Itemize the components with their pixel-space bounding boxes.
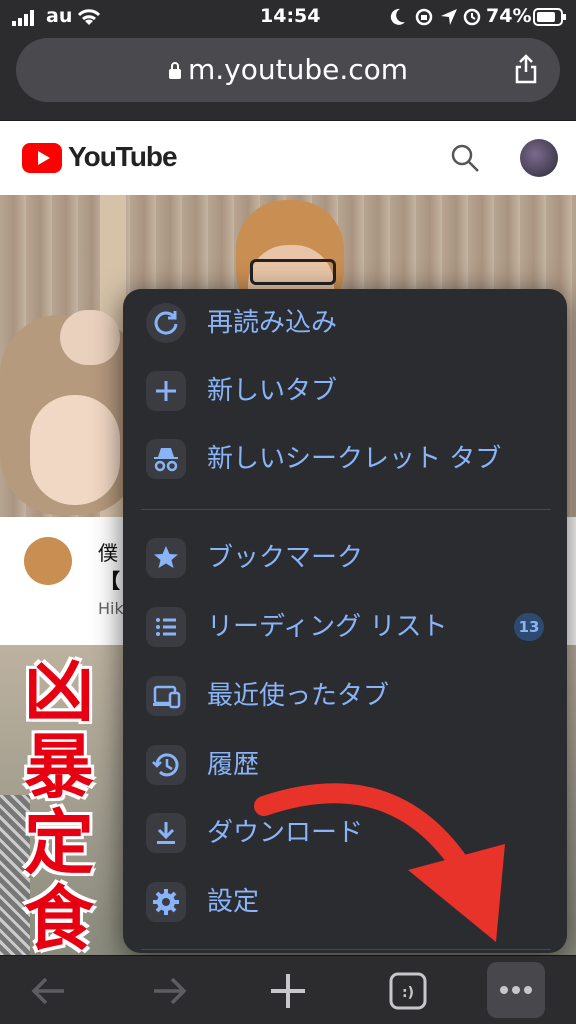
battery-label: 74% bbox=[486, 5, 532, 27]
plus-icon bbox=[146, 371, 186, 411]
channel-name: Hik bbox=[98, 599, 124, 618]
menu-item-incognito-tab[interactable]: 新しいシークレット タブ bbox=[123, 427, 567, 491]
red-arrow-annotation bbox=[254, 783, 505, 942]
lock-icon bbox=[168, 39, 182, 103]
menu-item-new-tab[interactable]: 新しいタブ bbox=[123, 359, 567, 423]
menu-item-recent-tabs[interactable]: 最近使ったタブ bbox=[123, 664, 567, 728]
url-text: m.youtube.com bbox=[187, 53, 409, 86]
avatar[interactable] bbox=[520, 139, 558, 177]
video-title: 僕 bbox=[98, 541, 118, 565]
carrier-label: au bbox=[46, 5, 73, 27]
tab-switcher-icon[interactable]: :) bbox=[379, 962, 437, 1020]
menu-item-label: 再読み込み bbox=[207, 308, 338, 338]
menu-item-bookmarks[interactable]: ブックマーク bbox=[123, 526, 567, 590]
gear-icon bbox=[146, 882, 186, 922]
menu-divider bbox=[141, 509, 551, 510]
youtube-header: YouTube bbox=[0, 121, 576, 196]
signal-icon bbox=[12, 10, 36, 30]
bottom-toolbar: :) bbox=[0, 956, 576, 1024]
download-icon bbox=[146, 813, 186, 853]
back-arrow-icon[interactable] bbox=[20, 962, 78, 1020]
moon-icon bbox=[390, 8, 406, 30]
history-icon bbox=[146, 745, 186, 785]
thumb-text-1: 凶 bbox=[24, 650, 94, 732]
star-icon bbox=[146, 538, 186, 578]
time-label: 14:54 bbox=[260, 5, 321, 27]
reload-icon bbox=[146, 303, 186, 343]
menu-item-reload[interactable]: 再読み込み bbox=[123, 291, 567, 355]
thumb-text-2: 暴 bbox=[24, 726, 94, 808]
location-icon bbox=[440, 8, 458, 30]
menu-item-label: 新しいタブ bbox=[207, 376, 338, 406]
menu-item-label: 最近使ったタブ bbox=[207, 681, 390, 711]
video-subtitle: 【 bbox=[100, 569, 120, 593]
channel-avatar[interactable] bbox=[24, 537, 72, 585]
forward-arrow-icon[interactable] bbox=[140, 962, 198, 1020]
reading-list-badge: 13 bbox=[514, 613, 544, 641]
list-icon bbox=[146, 607, 186, 647]
wifi-icon bbox=[76, 7, 102, 31]
devices-icon bbox=[146, 676, 186, 716]
youtube-logo-text: YouTube bbox=[68, 141, 178, 172]
address-bar[interactable]: m.youtube.com bbox=[16, 38, 560, 102]
menu-item-reading-list[interactable]: リーディング リスト 13 bbox=[123, 595, 567, 659]
menu-item-label: ブックマーク bbox=[207, 543, 364, 573]
search-icon[interactable] bbox=[450, 143, 480, 177]
incognito-icon bbox=[146, 439, 186, 479]
more-menu-button[interactable] bbox=[487, 962, 545, 1018]
alarm-icon bbox=[462, 6, 482, 30]
thumb-text-4: 食 bbox=[24, 878, 94, 955]
orientation-lock-icon bbox=[414, 7, 434, 31]
status-bar: au 14:54 74% bbox=[0, 0, 576, 34]
menu-item-label: 新しいシークレット タブ bbox=[207, 444, 502, 474]
thumb-text-3: 定 bbox=[24, 802, 94, 884]
share-icon[interactable] bbox=[514, 54, 538, 88]
menu-item-label: リーディング リスト bbox=[207, 612, 448, 642]
youtube-logo-icon[interactable] bbox=[22, 143, 62, 177]
svg-text::): :) bbox=[402, 985, 414, 1001]
new-tab-plus-icon[interactable] bbox=[259, 962, 317, 1020]
battery-icon bbox=[533, 8, 567, 30]
